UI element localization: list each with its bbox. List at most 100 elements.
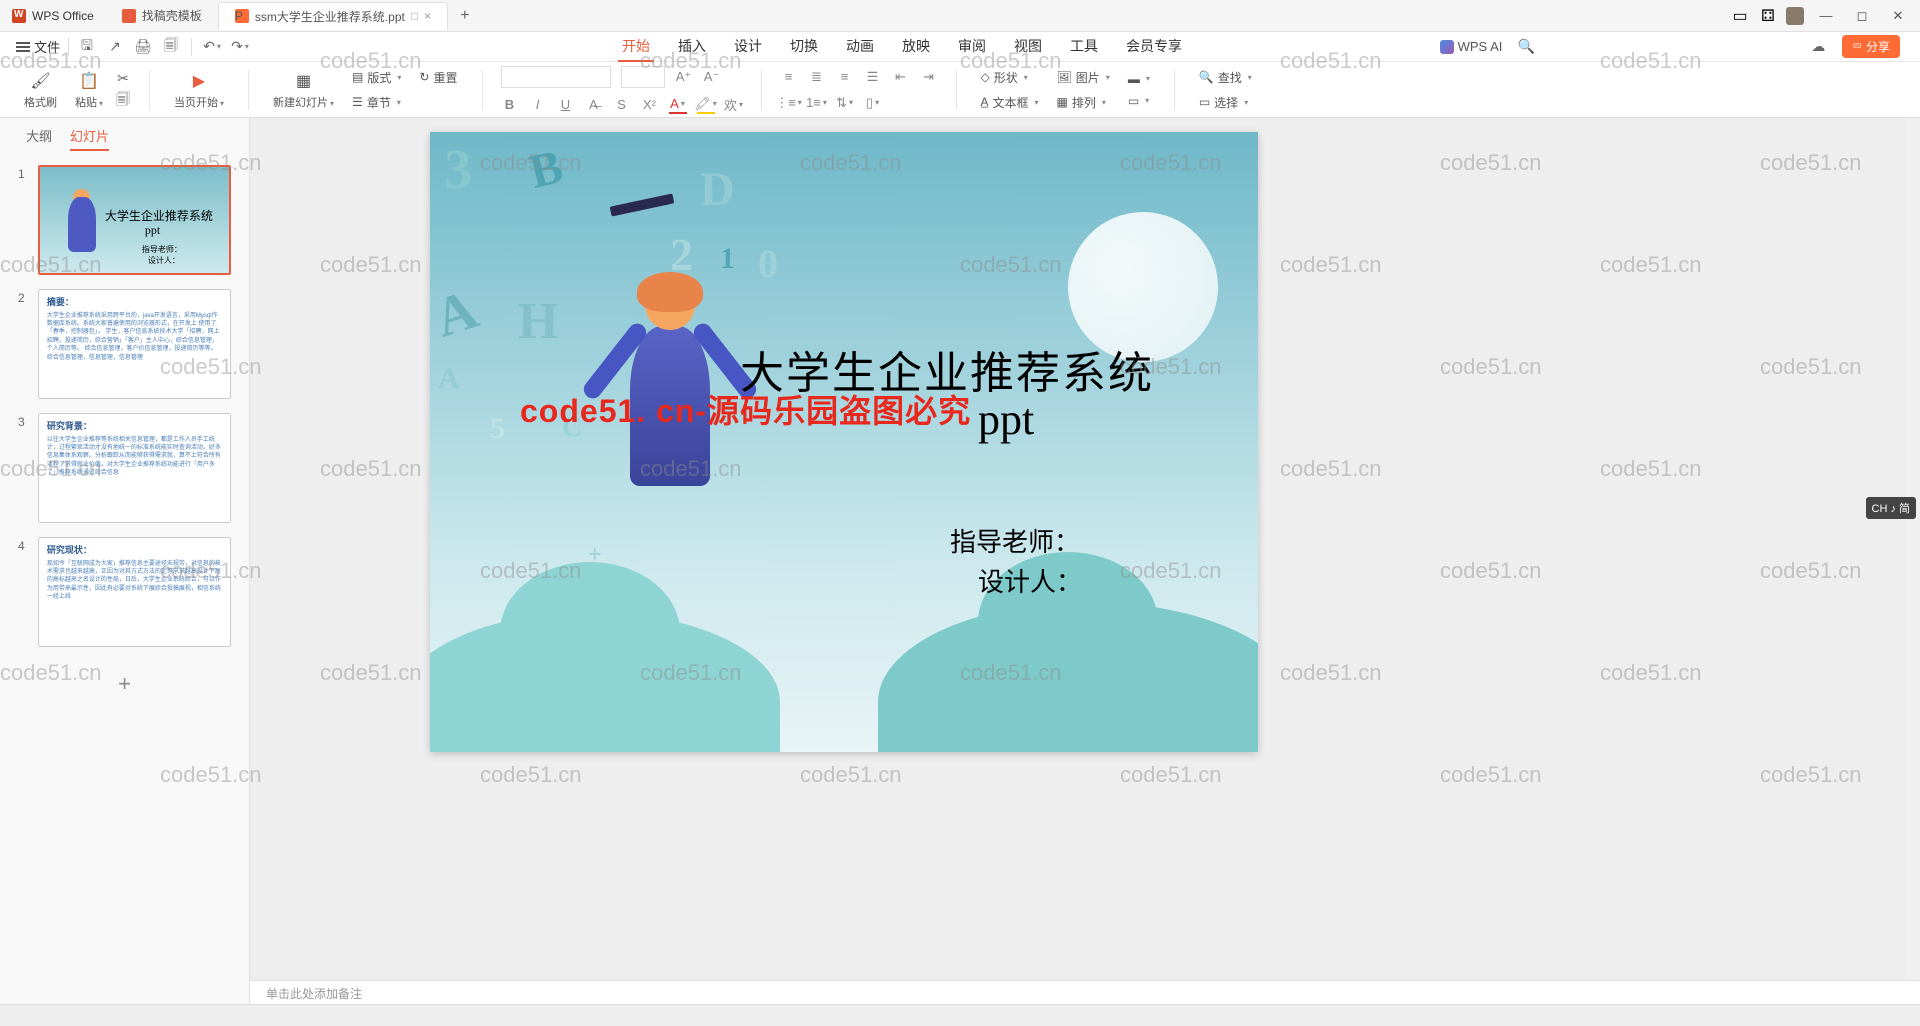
tab-templates[interactable]: 找稿壳模板 <box>106 2 218 30</box>
notes-bar[interactable]: 单击此处添加备注 <box>250 980 1920 1004</box>
separator <box>1174 70 1175 110</box>
arrange-button[interactable]: ▦排列▾ <box>1051 92 1116 113</box>
notes-placeholder: 单击此处添加备注 <box>266 987 362 1001</box>
menu-tab-transition[interactable]: 切换 <box>786 32 822 62</box>
ime-label: CH ♪ 简 <box>1872 500 1911 516</box>
tab-outline[interactable]: 大纲 <box>26 126 52 151</box>
justify-icon[interactable]: ☰ <box>864 68 882 86</box>
brush-icon: 🖌 <box>28 70 54 92</box>
save-icon[interactable]: 🖫 <box>79 39 95 55</box>
menu-tab-insert[interactable]: 插入 <box>674 32 710 62</box>
menu-tab-view[interactable]: 视图 <box>1010 32 1046 62</box>
close-icon[interactable]: × <box>424 9 431 23</box>
clear-format-icon[interactable]: 欢▾ <box>725 96 743 114</box>
menu-tab-slideshow[interactable]: 放映 <box>898 32 934 62</box>
textbox-button[interactable]: A̲文本框▾ <box>975 92 1045 113</box>
separator <box>248 70 249 110</box>
select-button[interactable]: ▭选择▾ <box>1193 92 1258 113</box>
superscript-icon[interactable]: X² <box>641 96 659 114</box>
textbox-icon: A̲ <box>981 95 989 109</box>
separator <box>956 70 957 110</box>
tab-add-button[interactable]: + <box>448 7 481 25</box>
thumbnail-2[interactable]: 摘要：大学生企业推荐系统采用跨平台的，java开发语言，采用Mysql作数据库系… <box>38 289 231 399</box>
redo-icon[interactable]: ↷▾ <box>232 39 248 55</box>
strikethrough-icon[interactable]: S <box>613 96 631 114</box>
bold-icon[interactable]: B <box>501 96 519 114</box>
menubar: 文件 🖫 ↗ 🖨 🗐 ↶▾ ↷▾ 开始 插入 设计 切换 动画 放映 审阅 视图… <box>0 32 1920 62</box>
align-vert-icon[interactable]: ▯▾ <box>864 94 882 112</box>
strike-icon[interactable]: A̶ <box>585 96 603 114</box>
decor-letter: 0 <box>758 240 778 287</box>
indent-dec-icon[interactable]: ⇤ <box>892 68 910 86</box>
print-icon[interactable]: 🖨 <box>135 39 151 55</box>
align-left-icon[interactable]: ≡ <box>780 68 798 86</box>
slide-canvas[interactable]: 3 B D A H 2 1 0 A 5 C + 大学生企业推荐系统 <box>430 132 1258 752</box>
copy-icon[interactable]: 🗐 <box>115 93 131 109</box>
ime-badge[interactable]: CH ♪ 简 <box>1866 497 1917 519</box>
menu-tab-start[interactable]: 开始 <box>618 32 654 62</box>
menu-tab-animation[interactable]: 动画 <box>842 32 878 62</box>
outline-button[interactable]: ▭▾ <box>1122 92 1156 110</box>
reset-button[interactable]: ↻重置 <box>413 67 463 88</box>
canvas-scroll[interactable]: 3 B D A H 2 1 0 A 5 C + 大学生企业推荐系统 <box>250 118 1920 980</box>
wps-ai-button[interactable]: WPS AI <box>1440 39 1503 54</box>
panel-icon[interactable]: ▭ <box>1730 6 1750 26</box>
vertical-scrollbar[interactable] <box>1906 118 1920 980</box>
cube-icon[interactable]: ⚃ <box>1758 6 1778 26</box>
format-painter-button[interactable]: 🖌 格式刷 <box>18 68 63 112</box>
paste-button[interactable]: 📋 粘贴▾ <box>69 68 109 112</box>
underline-icon[interactable]: U <box>557 96 575 114</box>
menu-tab-design[interactable]: 设计 <box>730 32 766 62</box>
thumbnail-3[interactable]: 研究背景：以往大学生企业推荐等系统相关信息管理，都是工作人员手工统计，过程繁琐活… <box>38 413 231 523</box>
menu-tab-member[interactable]: 会员专享 <box>1122 32 1186 62</box>
align-right-icon[interactable]: ≡ <box>836 68 854 86</box>
maximize-button[interactable]: ◻ <box>1848 2 1876 30</box>
line-spacing-icon[interactable]: ⇅▾ <box>836 94 854 112</box>
tab-document[interactable]: P ssm大学生企业推荐系统.ppt □ × <box>218 2 448 30</box>
font-size-select[interactable] <box>621 66 665 88</box>
menu-tab-tools[interactable]: 工具 <box>1066 32 1102 62</box>
file-menu[interactable]: 文件 <box>8 33 68 60</box>
sections-button[interactable]: ☰章节▾ <box>346 92 407 113</box>
italic-icon[interactable]: I <box>529 96 547 114</box>
highlight-icon[interactable]: 🖍▾ <box>697 96 715 114</box>
decor-letter: A <box>438 362 460 396</box>
add-slide-button[interactable]: + <box>18 661 231 707</box>
shape-button[interactable]: ◇形状▾ <box>975 67 1045 88</box>
font-color-icon[interactable]: A▾ <box>669 96 687 114</box>
thumbnail-1[interactable]: 大学生企业推荐系统 ppt 指导老师： 设计人： <box>38 165 231 275</box>
cloud-decoration <box>430 612 780 752</box>
from-current-button[interactable]: ▶ 当页开始▾ <box>168 68 230 112</box>
bullets-icon[interactable]: ⋮≡▾ <box>780 94 798 112</box>
numbering-icon[interactable]: 1≡▾ <box>808 94 826 112</box>
slide-subtitle[interactable]: ppt <box>978 394 1034 445</box>
increase-font-icon[interactable]: A⁺ <box>675 68 693 86</box>
slide-teacher[interactable]: 指导老师： <box>950 522 1080 559</box>
picture-button[interactable]: 🖼图片▾ <box>1051 67 1116 88</box>
undo-icon[interactable]: ↶▾ <box>204 39 220 55</box>
slide-panel: 大纲 幻灯片 1 大学生企业推荐系统 ppt 指导老师： 设计人： 2 摘要：大… <box>0 118 250 1004</box>
menu-tab-review[interactable]: 审阅 <box>954 32 990 62</box>
slide-designer[interactable]: 设计人： <box>978 562 1082 599</box>
minimize-button[interactable]: — <box>1812 2 1840 30</box>
layout-button[interactable]: ▤版式▾ <box>346 67 407 88</box>
share-button[interactable]: ⮹ 分享 <box>1842 35 1900 58</box>
align-center-icon[interactable]: ≣ <box>808 68 826 86</box>
preview-icon[interactable]: 🗐 <box>163 39 179 55</box>
cut-icon[interactable]: ✂ <box>115 71 131 87</box>
search-icon[interactable]: 🔍 <box>1518 39 1534 55</box>
fill-button[interactable]: ▬▾ <box>1122 70 1156 88</box>
close-button[interactable]: ✕ <box>1884 2 1912 30</box>
find-button[interactable]: 🔍查找▾ <box>1193 67 1258 88</box>
quick-access: 🖫 ↗ 🖨 🗐 ↶▾ ↷▾ <box>69 38 258 56</box>
main: 大纲 幻灯片 1 大学生企业推荐系统 ppt 指导老师： 设计人： 2 摘要：大… <box>0 118 1920 1004</box>
indent-inc-icon[interactable]: ⇥ <box>920 68 938 86</box>
avatar-icon[interactable] <box>1786 7 1804 25</box>
new-slide-button[interactable]: ▦ 新建幻灯片▾ <box>267 68 340 112</box>
export-icon[interactable]: ↗ <box>107 39 123 55</box>
cloud-icon[interactable]: ☁ <box>1810 39 1826 55</box>
font-select[interactable] <box>501 66 611 88</box>
decrease-font-icon[interactable]: A⁻ <box>703 68 721 86</box>
tab-slides[interactable]: 幻灯片 <box>70 126 109 151</box>
thumbnail-4[interactable]: 研究现状：现如今「互联网成为大家」推荐信息主要途径未规劳，对信息的技术需求也越来… <box>38 537 231 647</box>
